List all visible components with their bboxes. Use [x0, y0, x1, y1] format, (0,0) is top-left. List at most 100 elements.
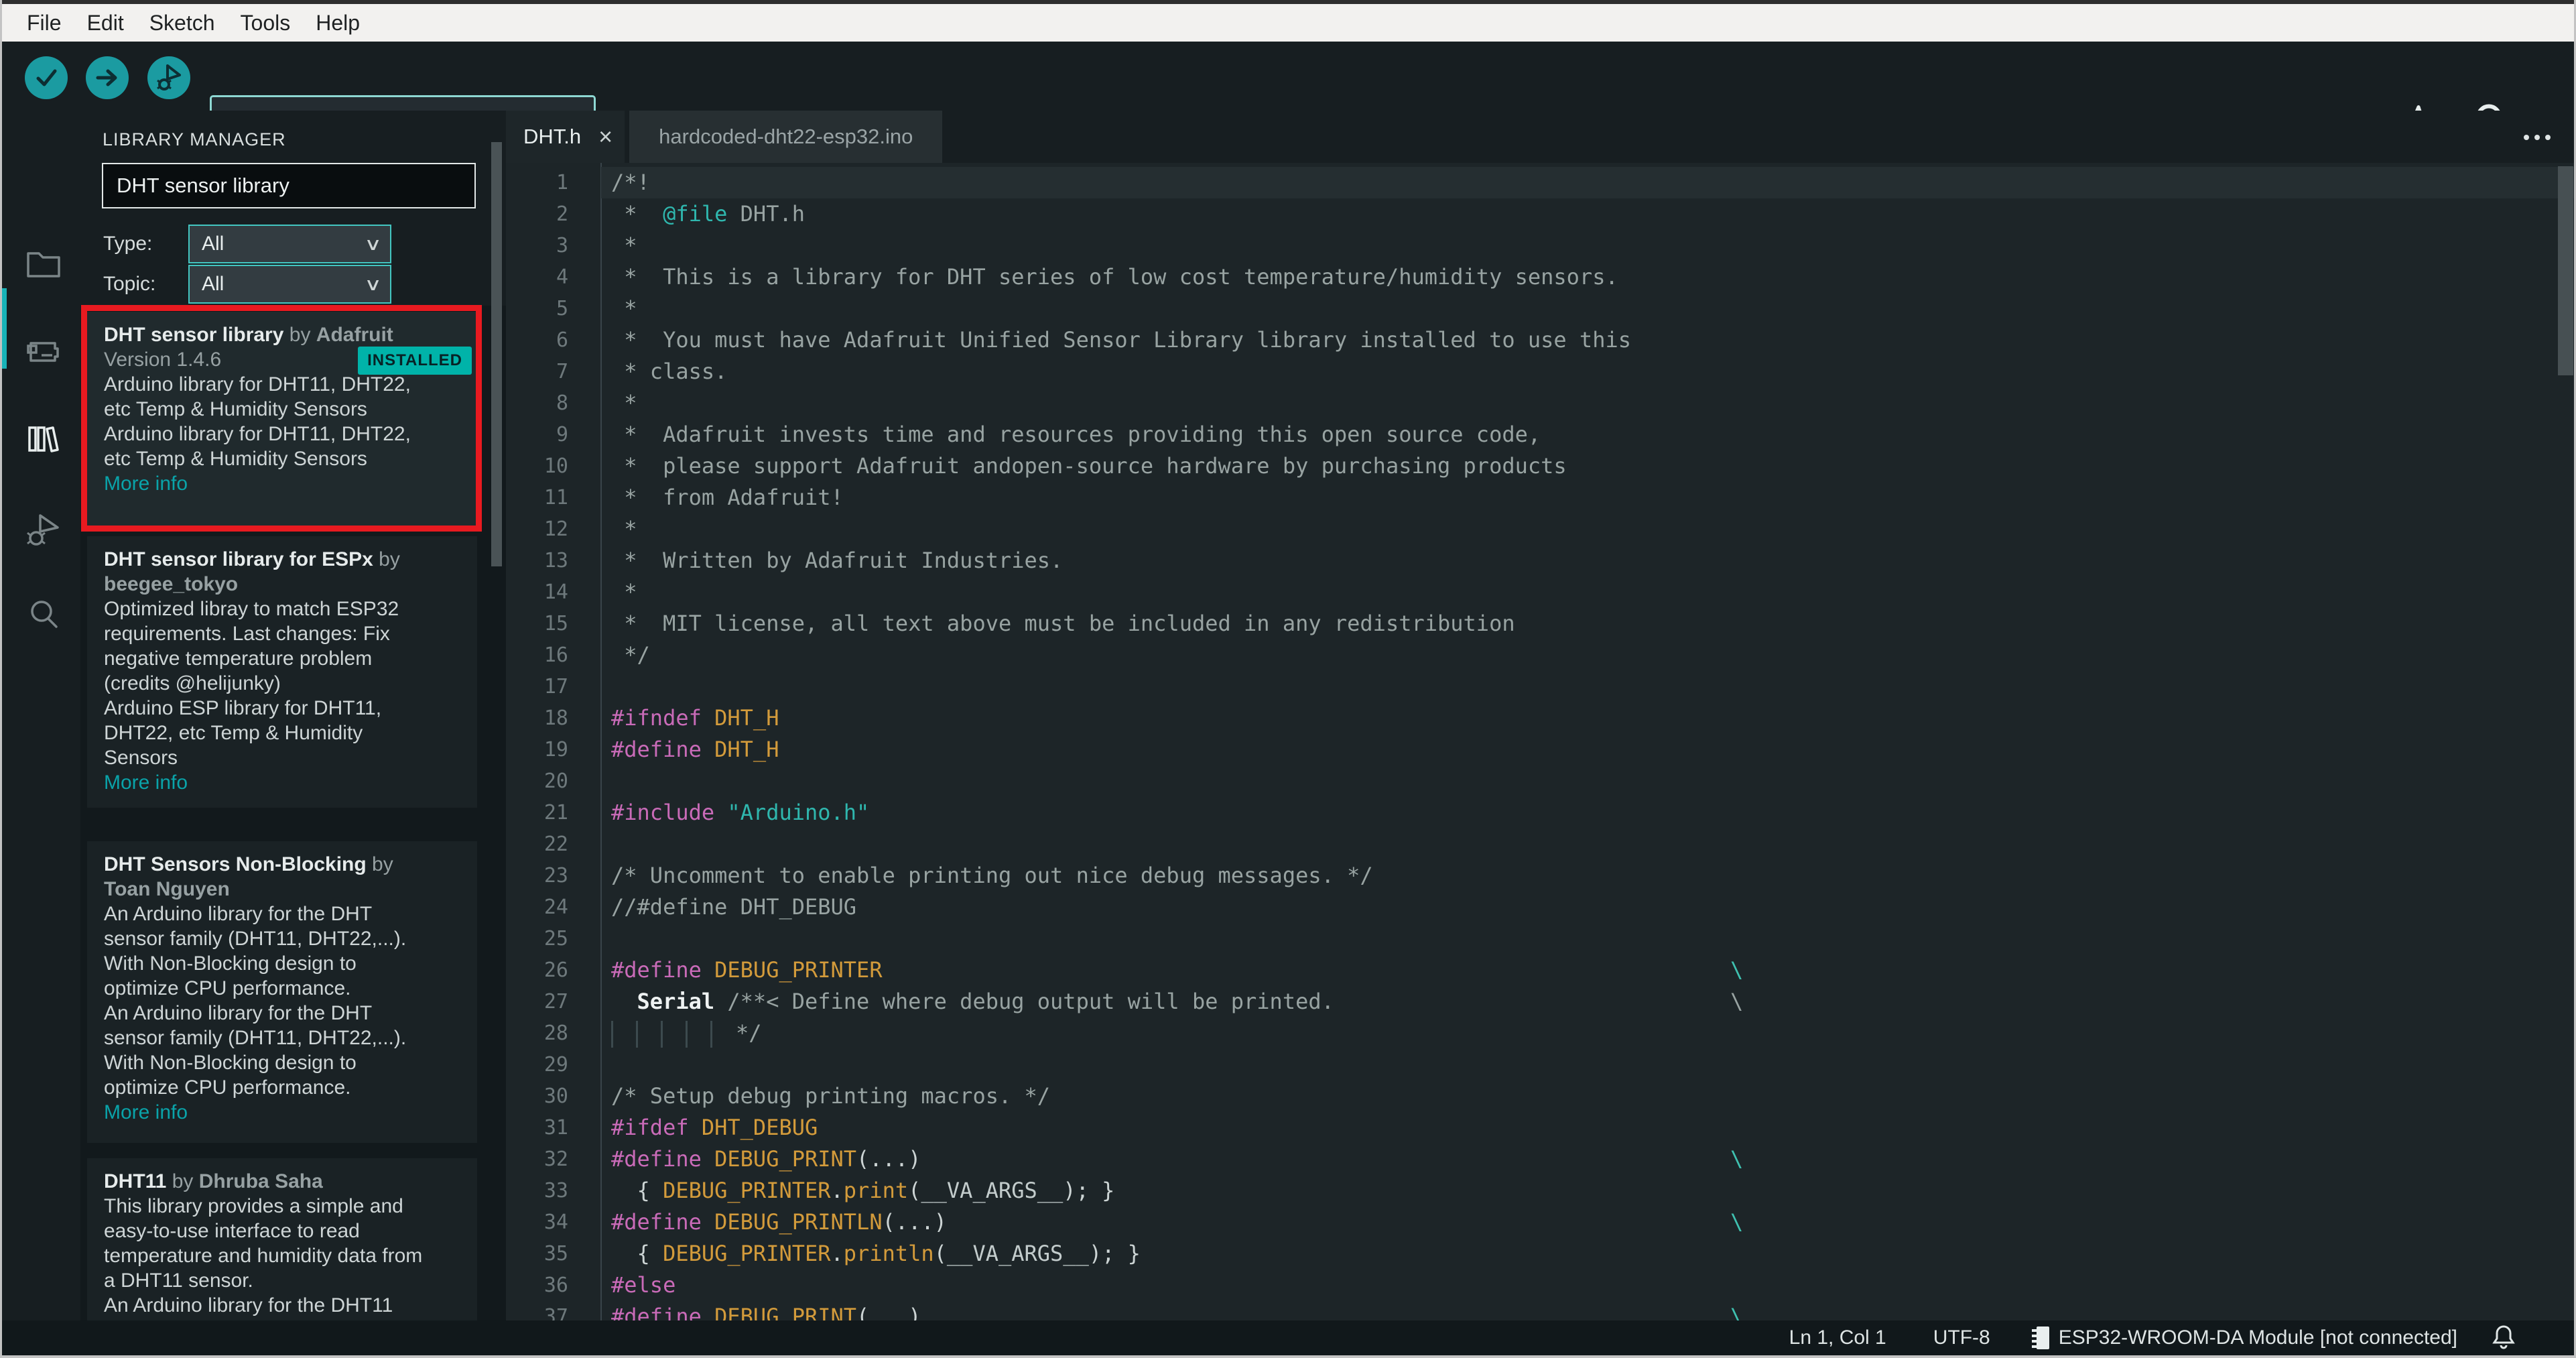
menu-item-sketch[interactable]: Sketch [137, 4, 228, 42]
encoding-indicator[interactable]: UTF-8 [1933, 1326, 1990, 1349]
code-line[interactable]: #else [611, 1270, 2574, 1301]
line-number: 24 [543, 896, 568, 919]
more-info-link[interactable]: More info [104, 770, 188, 795]
status-board-indicator[interactable]: ESP32-WROOM-DA Module [not connected] [2031, 1325, 2457, 1351]
status-bar: Ln 1, Col 1 UTF-8 ESP32-WROOM-DA Module … [2, 1320, 2574, 1355]
code-line[interactable]: * Written by Adafruit Industries. [611, 545, 2574, 576]
code-line[interactable] [611, 828, 2574, 860]
code-line[interactable]: /* Uncomment to enable printing out nice… [611, 860, 2574, 891]
code-line[interactable]: * [611, 230, 2574, 261]
code-line[interactable]: * [611, 387, 2574, 419]
code-token: * [611, 296, 637, 321]
line-number: 10 [543, 454, 568, 478]
code-line[interactable]: * MIT license, all text above must be in… [611, 608, 2574, 639]
sidebar-item-boards-manager[interactable] [24, 332, 63, 371]
library-entry[interactable]: DHT11 by Dhruba Saha This library provide… [87, 1158, 477, 1320]
code-line[interactable] [611, 765, 2574, 797]
code-token: #define [611, 1146, 702, 1172]
line-number: 27 [543, 990, 568, 1013]
sidebar-item-sketchbook[interactable] [24, 244, 63, 283]
library-entry[interactable]: DHT sensor library by Adafruit Version 1.… [87, 312, 477, 526]
code-token: . [830, 1241, 844, 1266]
code-line[interactable]: { DEBUG_PRINTER.print(__VA_ARGS__); } [611, 1175, 2574, 1207]
code-line[interactable]: * This is a library for DHT series of lo… [611, 261, 2574, 293]
code-line[interactable]: { DEBUG_PRINTER.println(__VA_ARGS__); } [611, 1238, 2574, 1270]
filter-select-type[interactable]: All ∨ [188, 225, 391, 263]
verify-button[interactable] [25, 56, 68, 99]
code-line[interactable]: #define DEBUG_PRINTLN(...) \ [611, 1207, 2574, 1238]
tab-label: hardcoded-dht22-esp32.ino [659, 125, 913, 148]
line-number: 25 [543, 927, 568, 950]
menu-item-file[interactable]: File [14, 4, 74, 42]
tab-hardcoded-dht22-esp32.ino[interactable]: hardcoded-dht22-esp32.ino [629, 111, 943, 163]
menu-item-edit[interactable]: Edit [74, 4, 137, 42]
library-manager-panel: LIBRARY MANAGER Type: All ∨ Topic: All ∨ DHT … [80, 111, 506, 1320]
code-line[interactable]: * please support Adafruit andopen-source… [611, 450, 2574, 482]
code-line[interactable]: * @file DHT.h [611, 198, 2574, 230]
library-entry[interactable]: DHT Sensors Non-Blocking by Toan Nguyen A… [87, 841, 477, 1143]
sidebar-item-library-manager[interactable] [24, 420, 63, 458]
code-line[interactable]: /* Setup debug printing macros. */ [611, 1081, 2574, 1112]
line-continuation-backslash: \ [1730, 957, 1744, 983]
code-token: __VA_ARGS__ [946, 1241, 1089, 1266]
line-number: 3 [556, 234, 568, 257]
code-line[interactable]: #define DHT_H [611, 734, 2574, 765]
code-line[interactable]: #define DEBUG_PRINTER \ [611, 954, 2574, 986]
notifications-button[interactable] [2492, 1324, 2515, 1353]
line-number: 18 [543, 706, 568, 730]
line-number: 19 [543, 738, 568, 761]
filter-select-topic[interactable]: All ∨ [188, 265, 391, 304]
code-line[interactable]: Serial /**< Define where debug output wi… [611, 986, 2574, 1017]
cursor-position[interactable]: Ln 1, Col 1 [1789, 1326, 1886, 1349]
code-line[interactable]: * [611, 513, 2574, 545]
library-search-input[interactable] [102, 163, 476, 208]
menu-item-help[interactable]: Help [303, 4, 373, 42]
code-line[interactable]: #ifndef DHT_H [611, 702, 2574, 734]
code-token: */ [736, 1020, 762, 1046]
code-token: DEBUG_PRINT [714, 1146, 857, 1172]
line-number-gutter: 1 2 3 4 5 6 7 8 9 10 11 12 13 14 15 16 17 18 19 20 21 22 23 24 2… [506, 167, 568, 1320]
code-token: * class. [611, 359, 728, 384]
code-editor[interactable]: 1 2 3 4 5 6 7 8 9 10 11 12 13 14 15 16 17 18 19 20 21 22 23 24 2… [506, 163, 2574, 1320]
code-line[interactable]: #ifdef DHT_DEBUG [611, 1112, 2574, 1144]
code-line[interactable]: #define DEBUG_PRINT(...) \ [611, 1301, 2574, 1320]
more-actions-button[interactable] [2524, 135, 2551, 140]
close-icon[interactable]: × [598, 111, 613, 163]
code-line[interactable]: * [611, 576, 2574, 608]
code-token: * [611, 390, 637, 416]
code-line[interactable]: * You must have Adafruit Unified Sensor … [611, 324, 2574, 356]
code-line[interactable]: #include "Arduino.h" [611, 797, 2574, 828]
tab-dht.h[interactable]: DHT.h × [506, 111, 625, 163]
editor-scrollbar[interactable] [2558, 166, 2573, 375]
code-line[interactable]: * [611, 293, 2574, 324]
code-line[interactable]: * from Adafruit! [611, 482, 2574, 513]
code-line[interactable]: */ [611, 639, 2574, 671]
code-line[interactable]: * Adafruit invests time and resources pr… [611, 419, 2574, 450]
tab-label: DHT.h [523, 125, 582, 148]
code-line[interactable] [611, 923, 2574, 954]
more-info-link[interactable]: More info [104, 471, 188, 496]
more-info-link[interactable]: More info [104, 1100, 188, 1125]
code-line[interactable] [611, 671, 2574, 702]
line-number: 28 [543, 1022, 568, 1045]
library-entry[interactable]: DHT sensor library for ESPx by beegee_to… [87, 536, 477, 808]
code-line[interactable]: /*! [601, 167, 2574, 198]
sidebar-item-debug[interactable] [24, 510, 63, 549]
entry-description: Arduino library for DHT11, DHT22, etc Te… [104, 373, 411, 470]
code-line[interactable]: */ [611, 1017, 2574, 1049]
panel-scrollbar[interactable] [491, 142, 502, 566]
sidebar-item-search[interactable] [24, 595, 63, 634]
debug-button[interactable] [147, 56, 190, 99]
code-token: DEBUG_PRINTLN [714, 1209, 883, 1235]
code-token: #define [611, 1304, 702, 1320]
code-line[interactable]: * class. [611, 356, 2574, 387]
upload-button[interactable] [86, 56, 129, 99]
menu-item-tools[interactable]: Tools [228, 4, 304, 42]
code-line[interactable]: //#define DHT_DEBUG [611, 891, 2574, 923]
code-line[interactable]: #define DEBUG_PRINT(...) \ [611, 1144, 2574, 1175]
chip-icon [2031, 1326, 2049, 1349]
code-line[interactable] [611, 1049, 2574, 1081]
